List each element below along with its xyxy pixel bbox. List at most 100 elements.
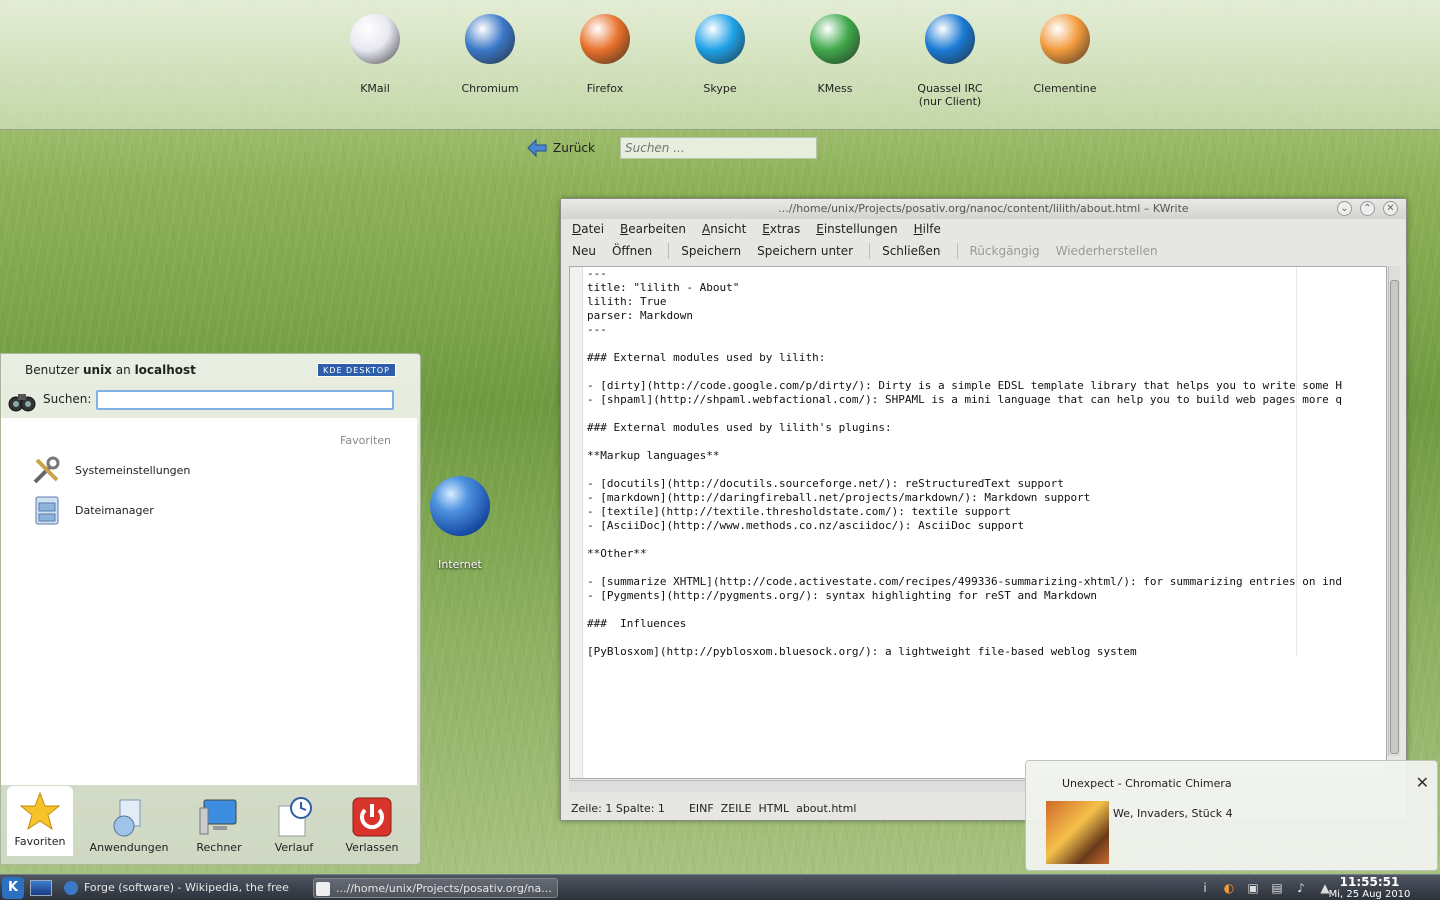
minimize-button[interactable]: ⌄	[1337, 201, 1352, 216]
text-editor[interactable]: --- title: "lilith - About" lilith: True pa…	[569, 266, 1387, 779]
toolbar-button-6[interactable]: Wiederherstellen	[1056, 244, 1158, 258]
network-icon[interactable]: ▣	[1244, 879, 1262, 897]
close-button[interactable]: ✕	[1383, 201, 1398, 216]
quassel-icon	[925, 14, 975, 64]
album-name: We, Invaders, Stück 4	[1113, 807, 1233, 820]
menu-extras[interactable]: Extras	[762, 222, 800, 236]
tab-label: Anwendungen	[89, 841, 169, 854]
toolbar-button-3[interactable]: Speichern unter	[757, 244, 853, 258]
tab-favoriten[interactable]: Favoriten	[7, 786, 73, 856]
menu-ansicht[interactable]: Ansicht	[702, 222, 746, 236]
system-tray: i ◐ ▣ ▤ ♪ ▲	[1196, 879, 1334, 897]
tab-rechner[interactable]: Rechner	[179, 792, 259, 854]
launcher-firefox[interactable]: Firefox	[555, 14, 655, 95]
launcher-quassel[interactable]: Quassel IRC (nur Client)	[900, 14, 1000, 108]
editor-content[interactable]: --- title: "lilith - About" lilith: True pa…	[587, 267, 1387, 657]
code-line: [PyBlosxom](http://pyblosxom.bluesock.or…	[587, 645, 1137, 657]
favorites-panel: Favoriten Systemeinstellungen Dateimanag…	[1, 418, 417, 785]
scrollbar-thumb[interactable]	[1390, 280, 1399, 754]
kickoff-menu: Benutzer unix an localhost KDE DESKTOP S…	[0, 353, 421, 865]
search-label: Suchen:	[43, 392, 92, 406]
toolbar-button-5[interactable]: Rückgängig	[970, 244, 1040, 258]
browser-icon	[64, 881, 78, 895]
tab-verlauf[interactable]: Verlauf	[254, 792, 334, 854]
task-label: Forge (software) - Wikipedia, the free	[84, 881, 289, 894]
cursor-position: Zeile: 1 Spalte: 1	[571, 802, 665, 815]
code-line: lilith: True	[587, 295, 667, 308]
back-arrow-icon	[527, 139, 547, 157]
tab-verlassen[interactable]: Verlassen	[332, 792, 412, 854]
tab-anwendungen[interactable]: Anwendungen	[89, 792, 169, 854]
back-label: Zurück	[553, 141, 595, 155]
kwrite-window: ...//home/unix/Projects/posativ.org/nano…	[560, 198, 1407, 821]
task-firefox[interactable]: Forge (software) - Wikipedia, the free	[62, 878, 302, 898]
toolbar-button-2[interactable]: Speichern	[681, 244, 741, 258]
toolbar-button-4[interactable]: Schließen	[882, 244, 940, 258]
code-line: - [Pygments](http://pygments.org/): synt…	[587, 589, 1097, 602]
task-kwrite[interactable]: ...//home/unix/Projects/posativ.org/na..…	[313, 878, 558, 898]
volume-icon[interactable]: ♪	[1292, 879, 1310, 897]
show-desktop-icon[interactable]	[30, 880, 52, 896]
menubar: Datei Bearbeiten Ansicht Extras Einstellunge…	[561, 219, 1406, 239]
kwrite-icon	[316, 882, 330, 896]
launcher-label: Firefox	[586, 82, 624, 95]
launcher-clementine[interactable]: Clementine	[1015, 14, 1115, 95]
chromium-icon	[465, 14, 515, 64]
launcher-label: Skype	[703, 82, 737, 95]
menu-bearbeiten[interactable]: Bearbeiten	[620, 222, 686, 236]
close-notification-icon[interactable]: ✕	[1416, 773, 1429, 792]
kde-menu-button[interactable]: K	[2, 877, 24, 899]
code-line: ### Influences	[587, 617, 687, 630]
toolbar-separator	[869, 243, 871, 259]
menu-hilfe[interactable]: Hilfe	[914, 222, 941, 236]
skype-icon	[695, 14, 745, 64]
desktop-icon-internet[interactable]: Internet	[425, 476, 495, 571]
code-line: - [markdown](http://daringfireball.net/p…	[587, 491, 1091, 504]
tab-label: Verlassen	[345, 841, 399, 854]
launcher-chromium[interactable]: Chromium	[440, 14, 540, 95]
clipboard-icon[interactable]: ▤	[1268, 879, 1286, 897]
binoculars-icon	[8, 394, 36, 412]
toolbar: Neu Öffnen Speichern Speichern unter Schließ…	[561, 239, 1406, 263]
launcher-kmail[interactable]: KMail	[325, 14, 425, 95]
launcher-skype[interactable]: Skype	[670, 14, 770, 95]
launcher-search-input[interactable]	[620, 137, 817, 159]
section-title: Favoriten	[340, 434, 391, 447]
launcher-label: Quassel IRC (nur Client)	[917, 82, 983, 108]
code-line: - [shpaml](http://shpaml.webfactional.co…	[587, 393, 1342, 406]
menu-datei[interactable]: Datei	[572, 222, 604, 236]
back-button[interactable]: Zurück	[527, 139, 595, 157]
code-line: ### External modules used by lilith's pl…	[587, 421, 892, 434]
favorite-dateimanager[interactable]: Dateimanager	[31, 494, 154, 526]
clock[interactable]: 11:55:51 Mi, 25 Aug 2010	[1322, 876, 1417, 900]
edit-mode-info: EINF ZEILE HTML about.html	[688, 802, 857, 815]
code-line: parser: Markdown	[587, 309, 693, 322]
window-title: ...//home/unix/Projects/posativ.org/nano…	[778, 202, 1189, 215]
clementine-tray-icon[interactable]: ◐	[1220, 879, 1238, 897]
window-titlebar[interactable]: ...//home/unix/Projects/posativ.org/nano…	[561, 199, 1406, 219]
launcher-kmess[interactable]: KMess	[785, 14, 885, 95]
launcher-label: Clementine	[1033, 82, 1097, 95]
track-title: Unexpect - Chromatic Chimera	[1062, 777, 1232, 790]
code-line: - [AsciiDoc](http://www.methods.co.nz/as…	[587, 519, 1025, 532]
info-icon[interactable]: i	[1196, 879, 1214, 897]
toolbar-button-0[interactable]: Neu	[572, 244, 596, 258]
toolbar-button-1[interactable]: Öffnen	[612, 244, 652, 258]
user-name: unix	[82, 363, 112, 377]
vertical-scrollbar[interactable]	[1388, 266, 1400, 756]
clock-time: 11:55:51	[1339, 875, 1400, 889]
kickoff-search-input[interactable]	[96, 390, 394, 410]
code-line: **Other**	[587, 547, 647, 560]
kmail-icon	[350, 14, 400, 64]
maximize-button[interactable]: ⌃	[1360, 201, 1375, 216]
toolbar-separator	[668, 243, 670, 259]
menu-einstellungen[interactable]: Einstellungen	[816, 222, 897, 236]
tab-label: Verlauf	[274, 841, 314, 854]
favorite-systemeinstellungen[interactable]: Systemeinstellungen	[31, 454, 190, 486]
